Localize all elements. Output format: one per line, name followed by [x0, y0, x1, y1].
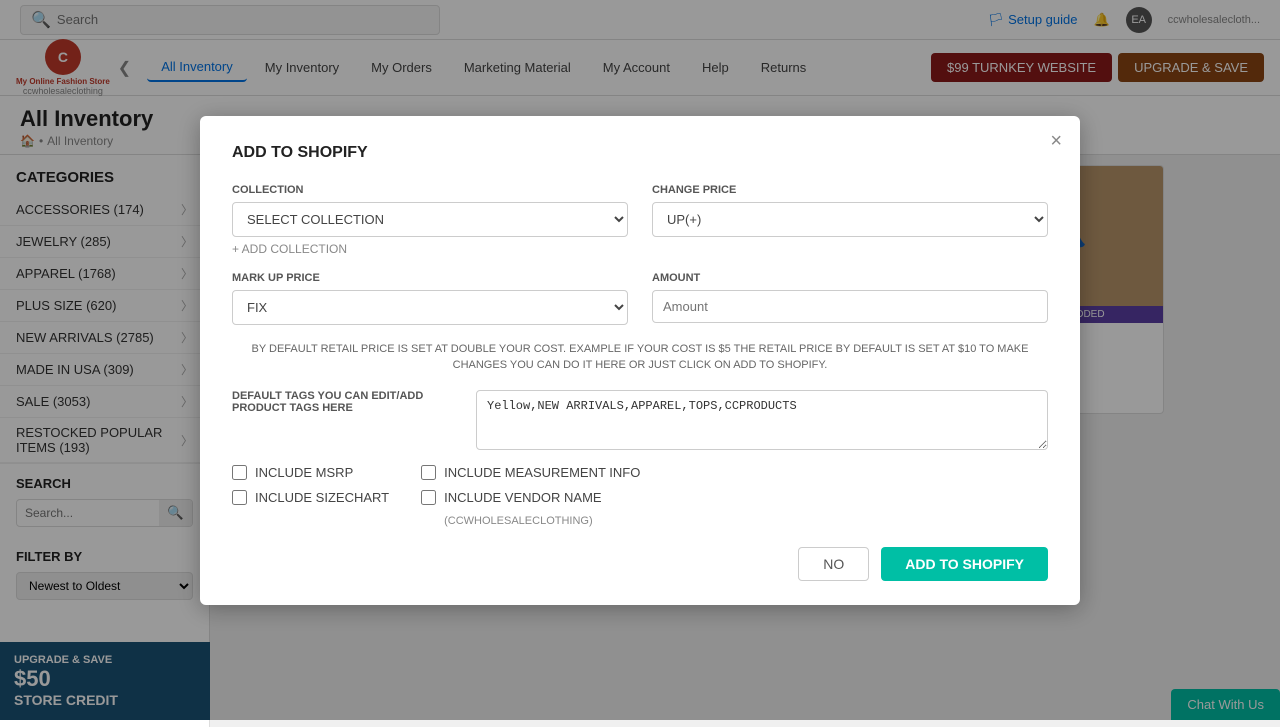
modal-close-button[interactable]: ×	[1050, 130, 1062, 153]
modal-row-1: COLLECTION SELECT COLLECTION + ADD COLLE…	[232, 184, 1048, 256]
include-measurement-label: INCLUDE MEASUREMENT INFO	[444, 465, 640, 480]
include-sizechart-item: INCLUDE SIZECHART	[232, 490, 389, 505]
collection-col: COLLECTION SELECT COLLECTION + ADD COLLE…	[232, 184, 628, 256]
checkboxes-row: INCLUDE MSRP INCLUDE SIZECHART INCLUDE M…	[232, 465, 1048, 527]
include-measurement-checkbox[interactable]	[421, 465, 436, 480]
tags-section: DEFAULT TAGS YOU CAN EDIT/ADD PRODUCT TA…	[232, 390, 1048, 455]
vendor-note: (CCWHOLESALECLOTHING)	[444, 515, 640, 527]
add-collection-link[interactable]: + ADD COLLECTION	[232, 242, 628, 256]
modal-title: ADD TO SHOPIFY	[232, 144, 1048, 162]
amount-input[interactable]	[652, 290, 1048, 323]
modal-add-shopify-button[interactable]: ADD TO SHOPIFY	[881, 547, 1048, 581]
include-msrp-label: INCLUDE MSRP	[255, 465, 353, 480]
checkbox-col-right: INCLUDE MEASUREMENT INFO INCLUDE VENDOR …	[421, 465, 640, 527]
add-to-shopify-modal: ADD TO SHOPIFY × COLLECTION SELECT COLLE…	[200, 116, 1080, 605]
change-price-select[interactable]: UP(+)DOWN(-)NO CHANGE	[652, 202, 1048, 237]
modal-no-button[interactable]: NO	[798, 547, 869, 581]
include-sizechart-label: INCLUDE SIZECHART	[255, 490, 389, 505]
include-measurement-item: INCLUDE MEASUREMENT INFO	[421, 465, 640, 480]
modal-note: BY DEFAULT RETAIL PRICE IS SET AT DOUBLE…	[232, 341, 1048, 374]
change-price-label: CHANGE PRICE	[652, 184, 1048, 196]
collection-select[interactable]: SELECT COLLECTION	[232, 202, 628, 237]
markup-col: MARK UP PRICE FIXPERCENTAGE	[232, 272, 628, 325]
modal-overlay: ADD TO SHOPIFY × COLLECTION SELECT COLLE…	[0, 0, 1280, 720]
modal-footer: NO ADD TO SHOPIFY	[232, 547, 1048, 581]
include-vendor-label: INCLUDE VENDOR NAME	[444, 490, 601, 505]
amount-label: AMOUNT	[652, 272, 1048, 284]
checkbox-col-left: INCLUDE MSRP INCLUDE SIZECHART	[232, 465, 389, 527]
amount-col: AMOUNT	[652, 272, 1048, 325]
include-vendor-item: INCLUDE VENDOR NAME	[421, 490, 640, 505]
modal-row-2: MARK UP PRICE FIXPERCENTAGE AMOUNT	[232, 272, 1048, 325]
tags-textarea[interactable]: Yellow,NEW ARRIVALS,APPAREL,TOPS,CCPRODU…	[476, 390, 1048, 450]
include-vendor-checkbox[interactable]	[421, 490, 436, 505]
markup-select[interactable]: FIXPERCENTAGE	[232, 290, 628, 325]
tags-input-col: Yellow,NEW ARRIVALS,APPAREL,TOPS,CCPRODU…	[476, 390, 1048, 455]
collection-label: COLLECTION	[232, 184, 628, 196]
markup-label: MARK UP PRICE	[232, 272, 628, 284]
tags-label-col: DEFAULT TAGS YOU CAN EDIT/ADD PRODUCT TA…	[232, 390, 452, 455]
include-msrp-checkbox[interactable]	[232, 465, 247, 480]
include-msrp-item: INCLUDE MSRP	[232, 465, 389, 480]
tags-row: DEFAULT TAGS YOU CAN EDIT/ADD PRODUCT TA…	[232, 390, 1048, 455]
include-sizechart-checkbox[interactable]	[232, 490, 247, 505]
tags-label: DEFAULT TAGS YOU CAN EDIT/ADD PRODUCT TA…	[232, 390, 452, 414]
change-price-col: CHANGE PRICE UP(+)DOWN(-)NO CHANGE	[652, 184, 1048, 256]
